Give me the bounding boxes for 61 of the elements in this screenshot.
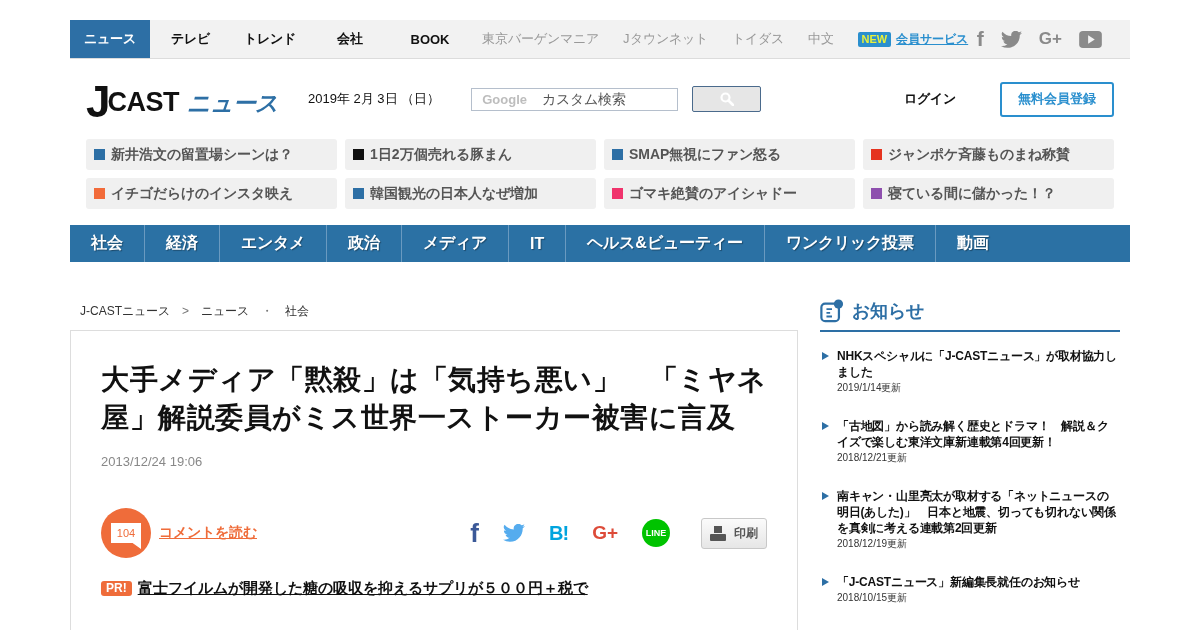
comment-count: 104 — [111, 523, 141, 549]
update-date: 2018/12/21更新 — [837, 451, 909, 465]
triangle-marker-icon — [822, 352, 829, 360]
facebook-link[interactable]: f — [470, 521, 479, 545]
nav-tab[interactable]: トレンド — [230, 20, 310, 58]
search-button[interactable] — [692, 86, 762, 112]
category-tab[interactable]: メディア — [402, 225, 509, 262]
trending-tag[interactable]: ジャンポケ斉藤ものまね称賛 — [863, 139, 1114, 170]
category-tab[interactable]: ワンクリック投票 — [764, 225, 936, 262]
pr-badge: PR! — [101, 580, 132, 596]
trending-tag[interactable]: イチゴだらけのインスタ映え — [86, 178, 337, 209]
breadcrumb-link[interactable]: ニュース — [201, 303, 249, 319]
category-tab[interactable]: 政治 — [327, 225, 402, 262]
nav-tab[interactable]: ニュース — [70, 20, 150, 58]
article-date: 2013/12/24 19:06 — [101, 453, 204, 471]
trending-tag[interactable]: 新井浩文の留置場シーンは？ — [86, 139, 337, 170]
nav-tab[interactable]: BOOK — [390, 20, 470, 58]
login-link[interactable]: ログイン — [904, 90, 956, 108]
notice-link[interactable]: 南キャン・山里亮太が取材する「ネットニュースの明日(あした)」 日本と地震、切っても切れない関係を真剣に考える連載第2回更新 — [837, 488, 1120, 536]
triangle-marker-icon — [822, 578, 829, 586]
google-watermark: Google — [482, 91, 527, 107]
breadcrumb-link[interactable]: J-CASTニュース — [80, 303, 170, 319]
current-date: 2019年 2月 3日 （日） — [308, 90, 441, 108]
trending-tag[interactable]: ゴマキ絶賛のアイシャドー — [604, 178, 855, 209]
update-date: 2018/10/15更新 — [837, 591, 909, 605]
google-plus-link[interactable]: G+ — [592, 523, 618, 543]
breadcrumb-separator: ・ — [261, 303, 273, 319]
category-tab[interactable]: 動画 — [935, 225, 1010, 262]
category-tab[interactable]: ヘルス&ビューティー — [566, 225, 765, 262]
article-title: 大手メディア「黙殺」は「気持ち悪い」 「ミヤネ屋」解説委員がミス世界一ストーカー被害に言及 — [101, 363, 767, 435]
nav-tab[interactable]: 会社 — [310, 20, 390, 58]
print-button[interactable]: 印刷 — [701, 517, 767, 549]
notice-icon — [820, 299, 844, 323]
signup-button[interactable]: 無料会員登録 — [1000, 81, 1114, 117]
printer-icon — [710, 525, 726, 541]
category-tab[interactable]: 社会 — [70, 225, 145, 262]
trending-tag[interactable]: 韓国観光の日本人なぜ増加 — [345, 178, 596, 209]
promo-link[interactable]: 富士フイルムが開発した糖の吸収を抑えるサプリが５００円＋税で — [137, 578, 588, 598]
site-logo[interactable]: JCAST ニュース — [86, 78, 278, 120]
trending-tag[interactable]: 1日2万個売れる豚まん — [345, 139, 596, 170]
notice-link[interactable]: 「J-CASTニュース」新編集長就任のお知らせ — [837, 574, 1120, 590]
category-tab[interactable]: 経済 — [145, 225, 220, 262]
twitter-icon[interactable] — [1000, 30, 1022, 48]
trending-tag[interactable]: SMAP無視にファン怒る — [604, 139, 855, 170]
nav-tab[interactable]: テレビ — [150, 20, 230, 58]
twitter-icon[interactable] — [503, 524, 525, 542]
category-tab[interactable]: IT — [509, 225, 567, 262]
breadcrumb-link[interactable]: 社会 — [285, 303, 309, 319]
notice-link[interactable]: 「古地図」から読み解く歴史とドラマ！ 解説＆クイズで楽しむ東洋文庫新連載第4回更新！ — [837, 418, 1120, 450]
search-icon — [719, 92, 734, 106]
update-date: 2019/1/14更新 — [837, 381, 903, 395]
triangle-marker-icon — [822, 492, 829, 500]
trending-tag[interactable]: 寝ている間に儲かった！？ — [863, 178, 1114, 209]
category-tab[interactable]: エンタメ — [220, 225, 327, 262]
triangle-marker-icon — [822, 422, 829, 430]
youtube-icon[interactable] — [1079, 30, 1102, 48]
new-badge: NEW — [857, 31, 892, 47]
update-date: 2018/12/19更新 — [837, 537, 909, 551]
notice-link[interactable]: NHKスペシャルに「J-CASTニュース」が取材協力しました — [837, 348, 1120, 380]
breadcrumb-separator: > — [182, 303, 189, 319]
notice-heading: お知らせ — [852, 300, 924, 323]
